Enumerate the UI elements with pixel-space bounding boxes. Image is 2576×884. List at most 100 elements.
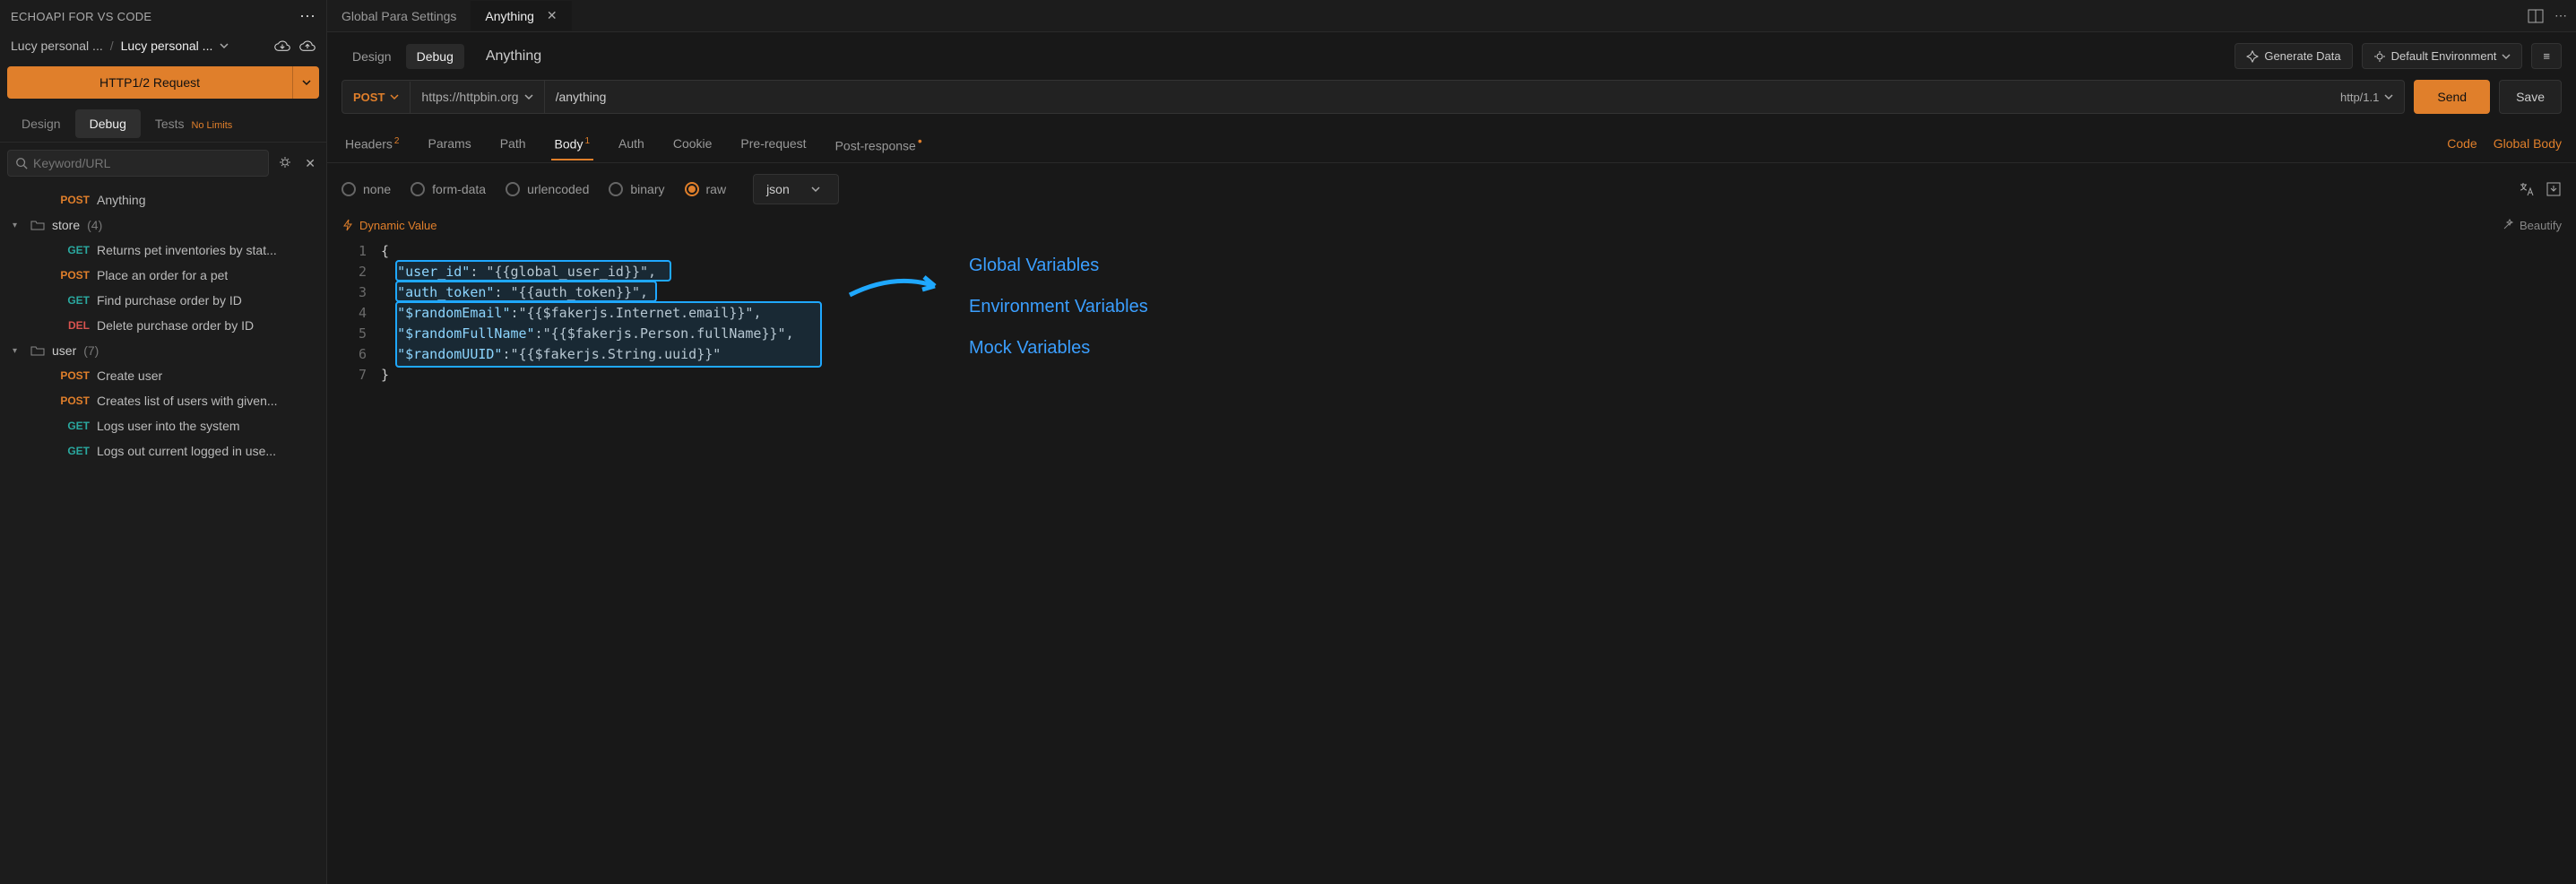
body-type-urlencoded[interactable]: urlencoded: [506, 182, 589, 196]
endpoint-item[interactable]: GETLogs user into the system: [0, 413, 326, 438]
chevron-down-icon: [2384, 92, 2393, 101]
breadcrumb: Lucy personal ... / Lucy personal ...: [0, 32, 326, 59]
chevron-down-icon: [390, 92, 399, 101]
endpoint-item[interactable]: GETLogs out current logged in use...: [0, 438, 326, 464]
environment-select[interactable]: Default Environment: [2362, 43, 2523, 69]
tab-label: Post-response: [835, 139, 916, 153]
radio-label: none: [363, 182, 391, 196]
endpoint-item[interactable]: POSTPlace an order for a pet: [0, 263, 326, 288]
design-mode-tab[interactable]: Design: [341, 44, 402, 69]
dynamic-value-row: Dynamic Value Beautify: [327, 215, 2576, 241]
code-line[interactable]: 6 "$randomUUID":"{{$fakerjs.String.uuid}…: [341, 344, 2562, 365]
body-type-raw[interactable]: raw: [685, 182, 727, 196]
folder-icon: [30, 218, 45, 232]
tab-auth[interactable]: Auth: [615, 127, 648, 160]
request-header-row: Design Debug Anything Generate Data Defa…: [327, 32, 2576, 80]
tab-design[interactable]: Design: [7, 109, 75, 138]
new-request-button[interactable]: HTTP1/2 Request: [7, 66, 292, 99]
search-input[interactable]: [33, 156, 261, 170]
endpoint-item[interactable]: GETReturns pet inventories by stat...: [0, 238, 326, 263]
code-text: "$randomUUID":"{{$fakerjs.String.uuid}}": [381, 344, 721, 365]
endpoint-item[interactable]: DELDelete purchase order by ID: [0, 313, 326, 338]
tab-close-icon[interactable]: ✕: [547, 8, 558, 23]
tab-debug[interactable]: Debug: [75, 109, 141, 138]
send-button[interactable]: Send: [2414, 80, 2490, 114]
cloud-upload-icon[interactable]: [299, 38, 316, 54]
radio-icon: [506, 182, 520, 196]
folder-name: store: [52, 218, 80, 232]
radio-icon: [609, 182, 623, 196]
tab-cookie[interactable]: Cookie: [670, 127, 716, 160]
tab-headers[interactable]: Headers2: [341, 127, 402, 160]
tab-tests[interactable]: Tests No Limits: [141, 109, 246, 138]
code-line[interactable]: 1{: [341, 241, 2562, 262]
radio-icon: [685, 182, 699, 196]
endpoint-item[interactable]: POST Anything: [0, 187, 326, 212]
code-line[interactable]: 7}: [341, 365, 2562, 386]
import-icon[interactable]: [2546, 181, 2562, 197]
code-line[interactable]: 2 "user_id": "{{global_user_id}}",: [341, 262, 2562, 282]
endpoint-item[interactable]: POSTCreate user: [0, 363, 326, 388]
method-badge: GET: [56, 294, 90, 307]
global-body-link[interactable]: Global Body: [2494, 136, 2562, 151]
environment-label: Default Environment: [2391, 49, 2497, 63]
beautify-link[interactable]: Beautify: [2502, 219, 2562, 232]
body-type-none[interactable]: none: [341, 182, 391, 196]
breadcrumb-workspace[interactable]: Lucy personal ...: [11, 39, 103, 53]
code-link[interactable]: Code: [2447, 136, 2477, 151]
tab-params[interactable]: Params: [424, 127, 474, 160]
tab-path[interactable]: Path: [497, 127, 530, 160]
line-number: 6: [341, 344, 381, 365]
dynamic-value-link[interactable]: Dynamic Value: [341, 219, 437, 232]
radio-icon: [411, 182, 425, 196]
save-button[interactable]: Save: [2499, 80, 2562, 114]
body-format-select[interactable]: json: [753, 174, 839, 204]
radio-label: urlencoded: [527, 182, 589, 196]
new-request-dropdown[interactable]: [292, 66, 319, 99]
endpoint-name: Find purchase order by ID: [97, 293, 242, 308]
endpoint-item[interactable]: POSTCreates list of users with given...: [0, 388, 326, 413]
search-input-wrap[interactable]: [7, 150, 269, 177]
settings-icon[interactable]: [274, 152, 296, 176]
code-text: "$randomFullName":"{{$fakerjs.Person.ful…: [381, 324, 794, 344]
tab-postresponse[interactable]: Post-response•: [832, 125, 926, 162]
chevron-down-icon: [811, 185, 820, 194]
more-icon[interactable]: ⋯: [2554, 8, 2567, 24]
editor-tab-label: Global Para Settings: [341, 9, 456, 23]
path-input[interactable]: [545, 81, 2330, 113]
folder-user[interactable]: ▾ user (7): [0, 338, 326, 363]
body-type-binary[interactable]: binary: [609, 182, 664, 196]
beautify-label: Beautify: [2520, 219, 2562, 232]
body-type-row: none form-data urlencoded binary raw jso…: [327, 163, 2576, 215]
request-title: Anything: [486, 48, 541, 65]
editor-tab-anything[interactable]: Anything ✕: [471, 1, 571, 30]
host-select[interactable]: https://httpbin.org: [411, 81, 544, 113]
more-icon[interactable]: ⋯: [299, 7, 316, 26]
debug-mode-tab[interactable]: Debug: [406, 44, 464, 69]
split-editor-icon[interactable]: [2528, 8, 2544, 24]
code-line[interactable]: 5 "$randomFullName":"{{$fakerjs.Person.f…: [341, 324, 2562, 344]
editor-tabs: Global Para Settings Anything ✕ ⋯: [327, 0, 2576, 32]
close-icon[interactable]: ✕: [301, 152, 319, 175]
tab-body[interactable]: Body1: [551, 127, 593, 160]
code-line[interactable]: 4 "$randomEmail":"{{$fakerjs.Internet.em…: [341, 303, 2562, 324]
gear-icon: [2373, 50, 2386, 63]
endpoint-item[interactable]: GET Find purchase order by ID: [0, 288, 326, 313]
method-select[interactable]: POST: [342, 82, 411, 113]
tab-prerequest[interactable]: Pre-request: [737, 127, 809, 160]
breadcrumb-project[interactable]: Lucy personal ...: [121, 39, 213, 53]
folder-store[interactable]: ▾ store (4): [0, 212, 326, 238]
code-line[interactable]: 3 "auth_token": "{{auth_token}}",: [341, 282, 2562, 303]
cloud-download-icon[interactable]: [274, 38, 290, 54]
code-editor[interactable]: 1{2 "user_id": "{{global_user_id}}",3 "a…: [327, 241, 2576, 884]
translate-icon[interactable]: [2519, 181, 2535, 197]
chevron-down-icon[interactable]: [220, 41, 229, 50]
protocol-select[interactable]: http/1.1: [2330, 82, 2404, 113]
code-text: "auth_token": "{{auth_token}}",: [381, 282, 648, 303]
line-number: 7: [341, 365, 381, 386]
body-type-formdata[interactable]: form-data: [411, 182, 486, 196]
generate-data-button[interactable]: Generate Data: [2235, 43, 2352, 69]
code-text: "$randomEmail":"{{$fakerjs.Internet.emai…: [381, 303, 761, 324]
more-menu-button[interactable]: ≡: [2531, 43, 2562, 69]
editor-tab-global-params[interactable]: Global Para Settings: [327, 2, 471, 30]
